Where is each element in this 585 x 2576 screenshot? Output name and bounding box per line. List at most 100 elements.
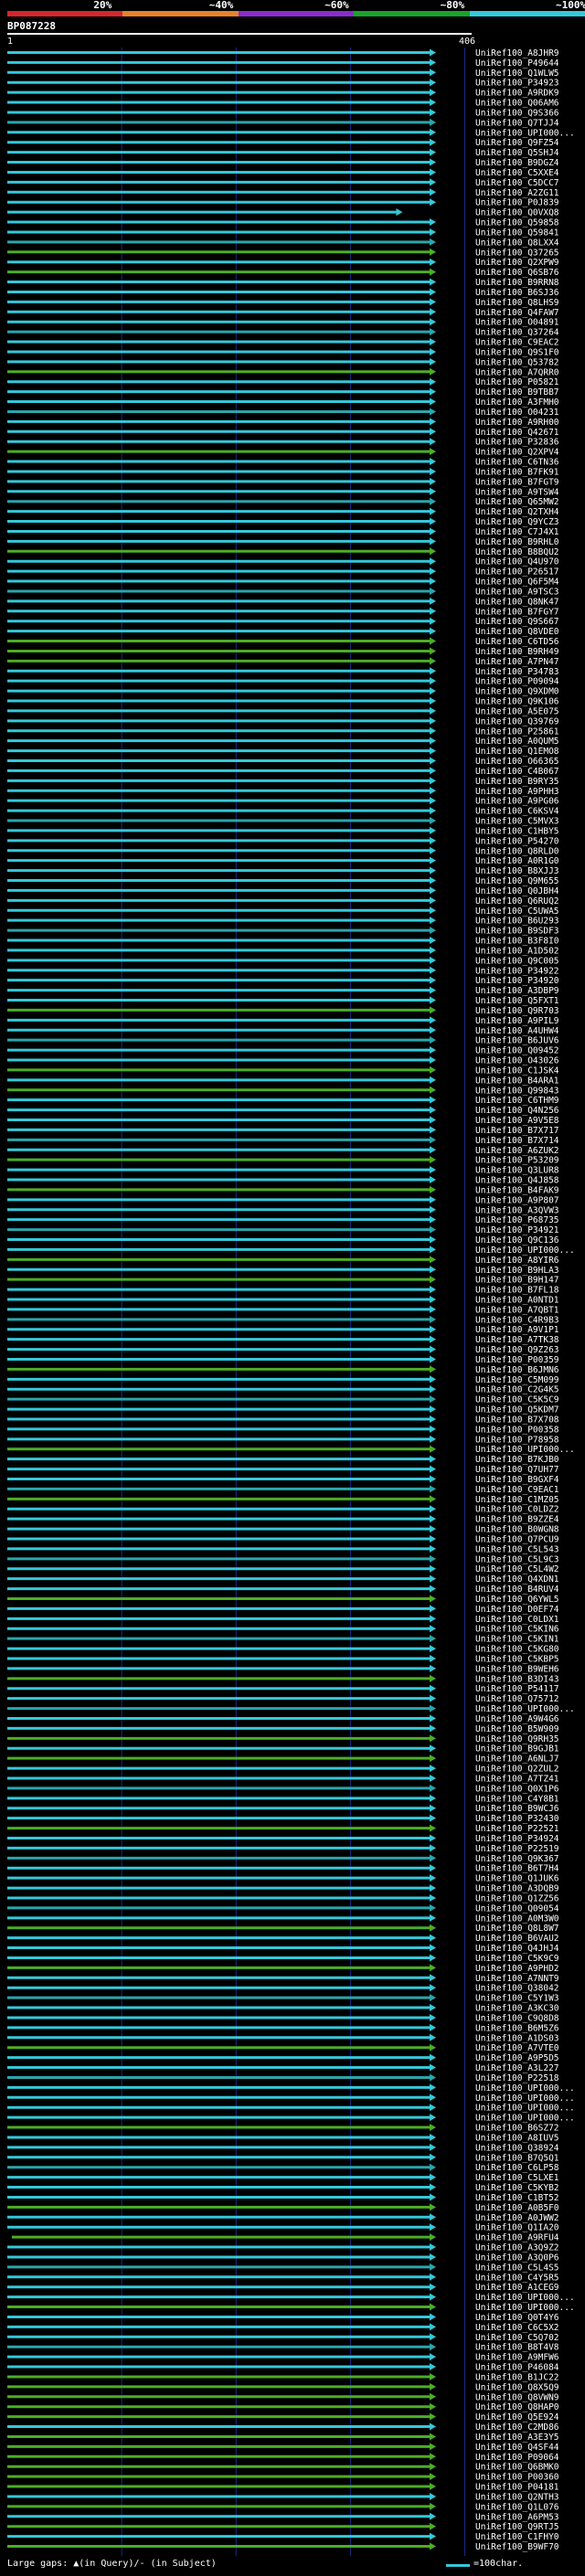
hit-label[interactable]: UniRef100_Q8NK47 xyxy=(475,597,559,607)
hit-label[interactable]: UniRef100_P22518 xyxy=(475,2073,559,2083)
hit-label[interactable]: UniRef100_A9P807 xyxy=(475,1195,559,1205)
hit-label[interactable]: UniRef100_C5KYB2 xyxy=(475,2183,559,2193)
hit-label[interactable]: UniRef100_C5LXE1 xyxy=(475,2173,559,2183)
hit-label[interactable]: UniRef100_C5Y1W3 xyxy=(475,1994,559,2004)
hit-label[interactable]: UniRef100_P22521 xyxy=(475,1824,559,1834)
hit-label[interactable]: UniRef100_Q5FXT1 xyxy=(475,996,559,1006)
hit-label[interactable]: UniRef100_A0B5F0 xyxy=(475,2203,559,2213)
hit-label[interactable]: UniRef100_P34924 xyxy=(475,1834,559,1844)
hit-label[interactable]: UniRef100_A0M3W0 xyxy=(475,1913,559,1924)
hit-label[interactable]: UniRef100_A0NTD1 xyxy=(475,1296,559,1306)
hit-label[interactable]: UniRef100_B5W909 xyxy=(475,1724,559,1734)
hit-label[interactable]: UniRef100_Q7TJJ4 xyxy=(475,118,559,128)
hit-label[interactable]: UniRef100_A9PHD2 xyxy=(475,1964,559,1974)
hit-label[interactable]: UniRef100_Q1EMO8 xyxy=(475,747,559,757)
hit-label[interactable]: UniRef100_B7FL18 xyxy=(475,1286,559,1296)
hit-label[interactable]: UniRef100_C5M099 xyxy=(475,1375,559,1385)
hit-label[interactable]: UniRef100_B9HLA3 xyxy=(475,1266,559,1276)
hit-label[interactable]: UniRef100_P32430 xyxy=(475,1814,559,1824)
hit-label[interactable]: UniRef100_A9RH00 xyxy=(475,418,559,428)
hit-label[interactable]: UniRef100_C5L543 xyxy=(475,1544,559,1554)
hit-label[interactable]: UniRef100_C2MD86 xyxy=(475,2422,559,2433)
hit-label[interactable]: UniRef100_P26517 xyxy=(475,567,559,578)
hit-label[interactable]: UniRef100_Q0X1P6 xyxy=(475,1784,559,1794)
hit-label[interactable]: UniRef100_P22519 xyxy=(475,1844,559,1854)
hit-label[interactable]: UniRef100_C0LDX1 xyxy=(475,1615,559,1625)
hit-label[interactable]: UniRef100_C5DCC7 xyxy=(475,178,559,188)
hit-label[interactable]: UniRef100_A9RDK9 xyxy=(475,89,559,99)
hit-label[interactable]: UniRef100_B9WEH6 xyxy=(475,1664,559,1674)
hit-label[interactable]: UniRef100_P34923 xyxy=(475,79,559,89)
hit-label[interactable]: UniRef100_Q9C136 xyxy=(475,1235,559,1246)
hit-label[interactable]: UniRef100_Q9YCZ3 xyxy=(475,517,559,527)
hit-label[interactable]: UniRef100_Q8LHS9 xyxy=(475,298,559,308)
hit-label[interactable]: UniRef100_Q39769 xyxy=(475,716,559,726)
hit-label[interactable]: UniRef100_C1HBY5 xyxy=(475,826,559,836)
hit-label[interactable]: UniRef100_C5L4S5 xyxy=(475,2263,559,2273)
hit-label[interactable]: UniRef100_C6TN36 xyxy=(475,458,559,468)
hit-label[interactable]: UniRef100_Q2ZUL2 xyxy=(475,1765,559,1775)
hit-label[interactable]: UniRef100_Q37265 xyxy=(475,248,559,258)
hit-label[interactable]: UniRef100_UPI000... xyxy=(475,2104,575,2114)
hit-label[interactable]: UniRef100_B9RRN8 xyxy=(475,278,559,288)
hit-label[interactable]: UniRef100_Q9XDM0 xyxy=(475,687,559,697)
hit-label[interactable]: UniRef100_B9RHL0 xyxy=(475,537,559,547)
hit-label[interactable]: UniRef100_B7X714 xyxy=(475,1136,559,1146)
hit-label[interactable]: UniRef100_A2ZG11 xyxy=(475,188,559,198)
hit-label[interactable]: UniRef100_Q9M655 xyxy=(475,876,559,886)
hit-label[interactable]: UniRef100_Q9FZ54 xyxy=(475,138,559,148)
hit-label[interactable]: UniRef100_P05821 xyxy=(475,377,559,387)
hit-label[interactable]: UniRef100_Q3LUR8 xyxy=(475,1166,559,1176)
hit-label[interactable]: UniRef100_Q0T4Y6 xyxy=(475,2313,559,2323)
hit-label[interactable]: UniRef100_P0J839 xyxy=(475,198,559,208)
hit-label[interactable]: UniRef100_Q4XDN1 xyxy=(475,1574,559,1585)
hit-label[interactable]: UniRef100_A9PHH3 xyxy=(475,787,559,797)
hit-label[interactable]: UniRef100_Q6YWL5 xyxy=(475,1595,559,1605)
hit-label[interactable]: UniRef100_A7QRR0 xyxy=(475,367,559,377)
hit-label[interactable]: UniRef100_C9Q8D8 xyxy=(475,2013,559,2023)
hit-label[interactable]: UniRef100_C6TD56 xyxy=(475,637,559,647)
hit-label[interactable]: UniRef100_A6NLJ7 xyxy=(475,1754,559,1765)
hit-label[interactable]: UniRef100_Q1IA20 xyxy=(475,2223,559,2233)
hit-label[interactable]: UniRef100_P00360 xyxy=(475,2473,559,2483)
hit-label[interactable]: UniRef100_C5K9C9 xyxy=(475,1954,559,1964)
hit-label[interactable]: UniRef100_Q6BMK0 xyxy=(475,2463,559,2473)
hit-label[interactable]: UniRef100_B3F8I0 xyxy=(475,937,559,947)
hit-label[interactable]: UniRef100_C6THM9 xyxy=(475,1096,559,1106)
hit-label[interactable]: UniRef100_A7VTE0 xyxy=(475,2043,559,2053)
hit-label[interactable]: UniRef100_Q4U970 xyxy=(475,557,559,567)
hit-label[interactable]: UniRef100_P54270 xyxy=(475,836,559,846)
hit-label[interactable]: UniRef100_Q99843 xyxy=(475,1086,559,1096)
hit-label[interactable]: UniRef100_C5KIN1 xyxy=(475,1635,559,1645)
hit-label[interactable]: UniRef100_Q4SF44 xyxy=(475,2443,559,2453)
hit-label[interactable]: UniRef100_UPI000... xyxy=(475,128,575,138)
hit-label[interactable]: UniRef100_UPI000... xyxy=(475,2094,575,2104)
hit-label[interactable]: UniRef100_Q2NTH3 xyxy=(475,2492,559,2502)
hit-label[interactable]: UniRef100_A5E075 xyxy=(475,706,559,716)
hit-label[interactable]: UniRef100_UPI000... xyxy=(475,2083,575,2094)
hit-label[interactable]: UniRef100_A3QVW3 xyxy=(475,1205,559,1215)
hit-label[interactable]: UniRef100_P34783 xyxy=(475,667,559,677)
hit-label[interactable]: UniRef100_Q8L8W7 xyxy=(475,1924,559,1934)
hit-label[interactable]: UniRef100_B7X717 xyxy=(475,1126,559,1136)
hit-label[interactable]: UniRef100_O04891 xyxy=(475,318,559,328)
hit-label[interactable]: UniRef100_Q0VXQ8 xyxy=(475,208,559,218)
hit-label[interactable]: UniRef100_Q8LXX4 xyxy=(475,238,559,248)
hit-label[interactable]: UniRef100_B3DI43 xyxy=(475,1674,559,1684)
hit-label[interactable]: UniRef100_A7QBT1 xyxy=(475,1305,559,1315)
hit-label[interactable]: UniRef100_A3DQB9 xyxy=(475,1884,559,1894)
hit-label[interactable]: UniRef100_Q53782 xyxy=(475,357,559,367)
hit-label[interactable]: UniRef100_A9TSW4 xyxy=(475,487,559,497)
hit-label[interactable]: UniRef100_A3L227 xyxy=(475,2063,559,2073)
hit-label[interactable]: UniRef100_A3KC30 xyxy=(475,2004,559,2014)
hit-label[interactable]: UniRef100_B9GJB1 xyxy=(475,1744,559,1754)
hit-label[interactable]: UniRef100_C7J4X1 xyxy=(475,527,559,537)
hit-label[interactable]: UniRef100_A9V5E8 xyxy=(475,1116,559,1126)
hit-label[interactable]: UniRef100_P34922 xyxy=(475,966,559,976)
hit-label[interactable]: UniRef100_C5K5C9 xyxy=(475,1395,559,1405)
hit-label[interactable]: UniRef100_O66365 xyxy=(475,757,559,767)
hit-label[interactable]: UniRef100_P68735 xyxy=(475,1215,559,1225)
hit-label[interactable]: UniRef100_O43026 xyxy=(475,1056,559,1066)
hit-label[interactable]: UniRef100_Q1L076 xyxy=(475,2502,559,2512)
hit-label[interactable]: UniRef100_A3E3Y5 xyxy=(475,2433,559,2443)
